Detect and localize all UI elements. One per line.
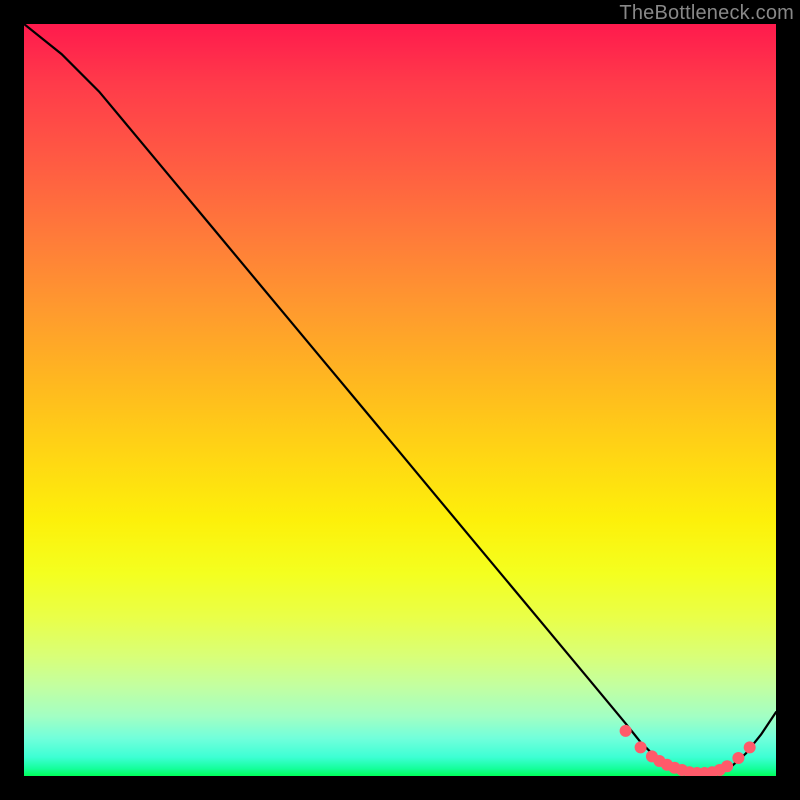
watermark-text: TheBottleneck.com — [619, 2, 794, 25]
trough-marker — [744, 741, 756, 753]
chart-svg — [24, 24, 776, 776]
trough-marker-group — [620, 725, 756, 776]
trough-marker — [721, 760, 733, 772]
trough-marker — [620, 725, 632, 737]
bottleneck-curve — [24, 24, 776, 775]
chart-panel — [24, 24, 776, 776]
trough-marker — [635, 741, 647, 753]
trough-marker — [732, 752, 744, 764]
